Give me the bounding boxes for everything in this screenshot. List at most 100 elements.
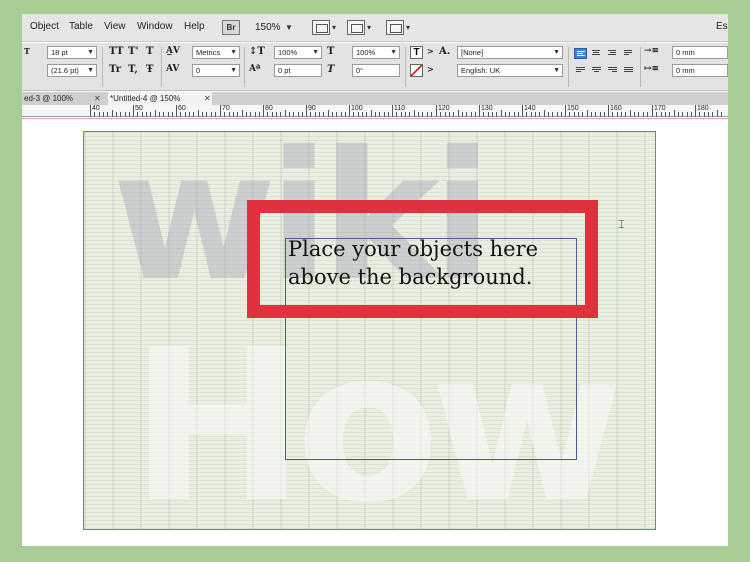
ruler-minor-tick — [591, 112, 592, 117]
ruler-minor-tick — [129, 112, 130, 117]
ruler-minor-tick — [163, 112, 164, 117]
workspace-switcher[interactable]: Ess — [716, 21, 728, 32]
ruler-minor-tick — [172, 112, 173, 117]
align-left-button[interactable] — [574, 48, 587, 59]
ruler-minor-tick — [168, 112, 169, 117]
skew-field[interactable]: 0° — [352, 64, 400, 77]
strikethrough-icon[interactable]: Ŧ — [146, 64, 153, 75]
ruler-minor-tick — [99, 112, 100, 117]
tab-untitled-3[interactable]: ed-3 @ 100% — [22, 92, 92, 105]
ruler-major-tick — [565, 105, 566, 117]
ruler-minor-tick — [647, 112, 648, 117]
all-caps-icon[interactable]: TT — [109, 46, 124, 57]
fill-arrow-icon[interactable]: > — [427, 46, 434, 56]
document-page[interactable]: wiki How Place your objects here above t… — [83, 131, 656, 530]
baseline-shift-field[interactable]: 0 pt — [274, 64, 322, 77]
ruler-minor-tick — [682, 112, 683, 117]
tracking-field[interactable]: 0 ▼ — [192, 64, 240, 77]
document-canvas[interactable]: ⊂⊃ wiki How Place your objects here abov… — [22, 119, 728, 546]
kerning-field[interactable]: Metrics ▼ — [192, 46, 240, 59]
align-right-button[interactable] — [606, 48, 619, 59]
tab-untitled-4[interactable]: *Untitled-4 @ 150% — [108, 92, 212, 105]
ruler-minor-tick — [358, 112, 359, 117]
ruler-minor-tick — [712, 112, 713, 117]
ruler-minor-tick — [634, 112, 635, 117]
text-fill-swatch[interactable]: T — [410, 46, 423, 59]
ruler-minor-tick — [362, 112, 363, 117]
close-tab-icon[interactable]: ✕ — [94, 92, 101, 105]
ruler-minor-tick — [669, 112, 670, 117]
align-towards-spine-button[interactable] — [622, 48, 635, 59]
ruler-minor-tick — [466, 112, 467, 117]
ruler-minor-tick — [453, 112, 454, 117]
menu-table[interactable]: Table — [69, 21, 93, 32]
ruler-minor-tick — [526, 112, 527, 117]
kerning-icon: A̲V — [166, 46, 180, 56]
language-field[interactable]: English: UK ▼ — [457, 64, 563, 77]
font-size-field[interactable]: 18 pt ▼ — [47, 46, 97, 59]
ruler-minor-tick — [185, 112, 186, 117]
justify-all-button[interactable] — [622, 65, 635, 76]
horizontal-scale-icon: T — [327, 46, 335, 57]
baseline-shift-icon: Aª — [249, 64, 261, 74]
vertical-scale-field[interactable]: 100% ▼ — [274, 46, 322, 59]
justify-right-button[interactable] — [606, 65, 619, 76]
leading-field[interactable]: (21.6 pt) ▼ — [47, 64, 97, 77]
ruler-minor-tick — [422, 112, 423, 117]
ruler-minor-tick — [625, 112, 626, 117]
ruler-minor-tick — [449, 112, 450, 117]
bridge-button[interactable]: Br — [222, 20, 240, 35]
zoom-dropdown-icon[interactable]: ▼ — [285, 23, 293, 32]
ruler-minor-tick — [488, 112, 489, 117]
menu-window[interactable]: Window — [137, 21, 173, 32]
ruler-minor-tick — [150, 112, 151, 117]
superscript-icon[interactable]: T' — [128, 46, 139, 57]
ruler-minor-tick — [116, 112, 117, 117]
ruler-minor-tick — [233, 112, 234, 117]
view-options-caret-icon[interactable]: ▾ — [332, 23, 336, 32]
ruler-minor-tick — [574, 112, 575, 117]
ruler-minor-tick — [617, 112, 618, 117]
screen-mode-caret-icon[interactable]: ▾ — [367, 23, 371, 32]
screen-mode-icon[interactable] — [347, 20, 365, 35]
close-tab-icon[interactable]: ✕ — [204, 92, 211, 105]
ruler-minor-tick — [267, 112, 268, 117]
ruler-minor-tick — [246, 112, 247, 117]
ruler-minor-tick — [215, 112, 216, 117]
character-style-field[interactable]: [None] ▼ — [457, 46, 563, 59]
justify-center-button[interactable] — [590, 65, 603, 76]
ruler-minor-tick — [471, 112, 472, 117]
menu-view[interactable]: View — [104, 21, 126, 32]
underline-icon[interactable]: T — [146, 46, 153, 57]
ruler-minor-tick — [717, 110, 718, 117]
ruler-minor-tick — [159, 112, 160, 117]
justify-left-button[interactable] — [574, 65, 587, 76]
zoom-level[interactable]: 150% — [255, 22, 281, 33]
ruler-minor-tick — [120, 112, 121, 117]
horizontal-ruler[interactable]: 40 50 60 70 80 90 100 110 120 130 140 150 160 170 180 — [22, 105, 728, 117]
menu-help[interactable]: Help — [184, 21, 205, 32]
indesign-window: Object Table View Window Help Br 150% ▼ … — [22, 14, 728, 546]
ruler-label: 100 — [351, 105, 363, 112]
ruler-minor-tick — [600, 112, 601, 117]
first-line-indent-field[interactable]: 0 mm — [672, 64, 728, 77]
view-options-icon[interactable] — [312, 20, 330, 35]
ruler-minor-tick — [206, 112, 207, 117]
ruler-label: 70 — [222, 105, 230, 112]
align-center-button[interactable] — [590, 48, 603, 59]
ruler-major-tick — [522, 105, 523, 117]
small-caps-icon[interactable]: Tr — [109, 64, 121, 75]
subscript-icon[interactable]: T, — [128, 64, 138, 75]
ruler-minor-tick — [259, 112, 260, 117]
arrange-documents-caret-icon[interactable]: ▾ — [406, 23, 410, 32]
left-indent-field[interactable]: 0 mm — [672, 46, 728, 59]
divider — [640, 47, 641, 87]
menu-object[interactable]: Object — [30, 21, 59, 32]
horizontal-scale-field[interactable]: 100% ▼ — [352, 46, 400, 59]
stroke-arrow-icon[interactable]: > — [427, 64, 434, 74]
arrange-documents-icon[interactable] — [386, 20, 404, 35]
ruler-minor-tick — [440, 112, 441, 117]
ruler-minor-tick — [280, 112, 281, 117]
text-stroke-swatch[interactable] — [410, 64, 423, 77]
ruler-minor-tick — [336, 112, 337, 117]
